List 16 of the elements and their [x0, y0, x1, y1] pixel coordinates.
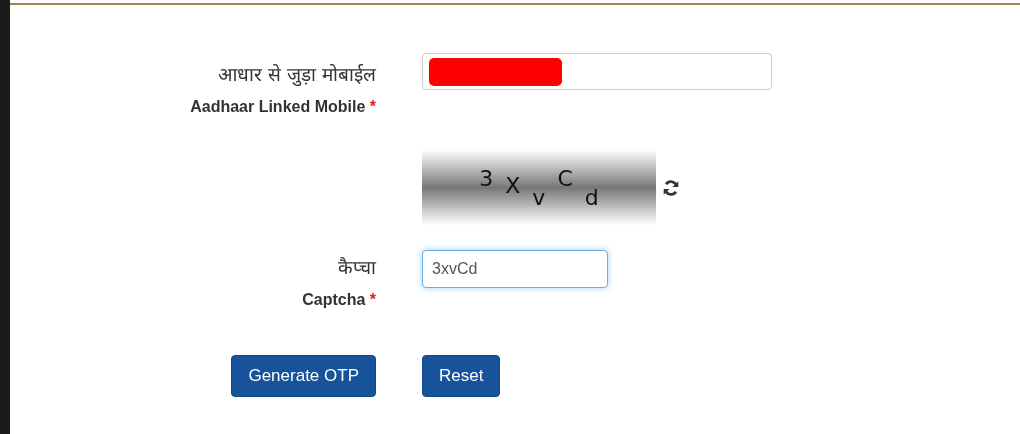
required-mark: * [369, 98, 376, 115]
reset-button[interactable]: Reset [422, 355, 501, 397]
required-mark: * [369, 291, 376, 308]
captcha-character: C [557, 166, 573, 191]
field-label: Captcha [302, 291, 366, 308]
captcha-character: X [505, 173, 521, 198]
generate-otp-button[interactable]: Generate OTP [231, 355, 376, 397]
captcha-input-field[interactable]: 3xvCd [422, 250, 608, 288]
refresh-icon[interactable] [662, 178, 680, 197]
field-label-hindi: आधार से जुड़ा मोबाईल [217, 62, 376, 88]
mobile-input-field[interactable] [422, 53, 772, 90]
field-label: Aadhaar Linked Mobile [190, 98, 366, 115]
captcha-character: d [584, 185, 599, 210]
field-label-hindi: कैप्चा [338, 255, 376, 280]
captcha-character: 3 [479, 166, 494, 191]
captcha-character: v [532, 185, 546, 210]
